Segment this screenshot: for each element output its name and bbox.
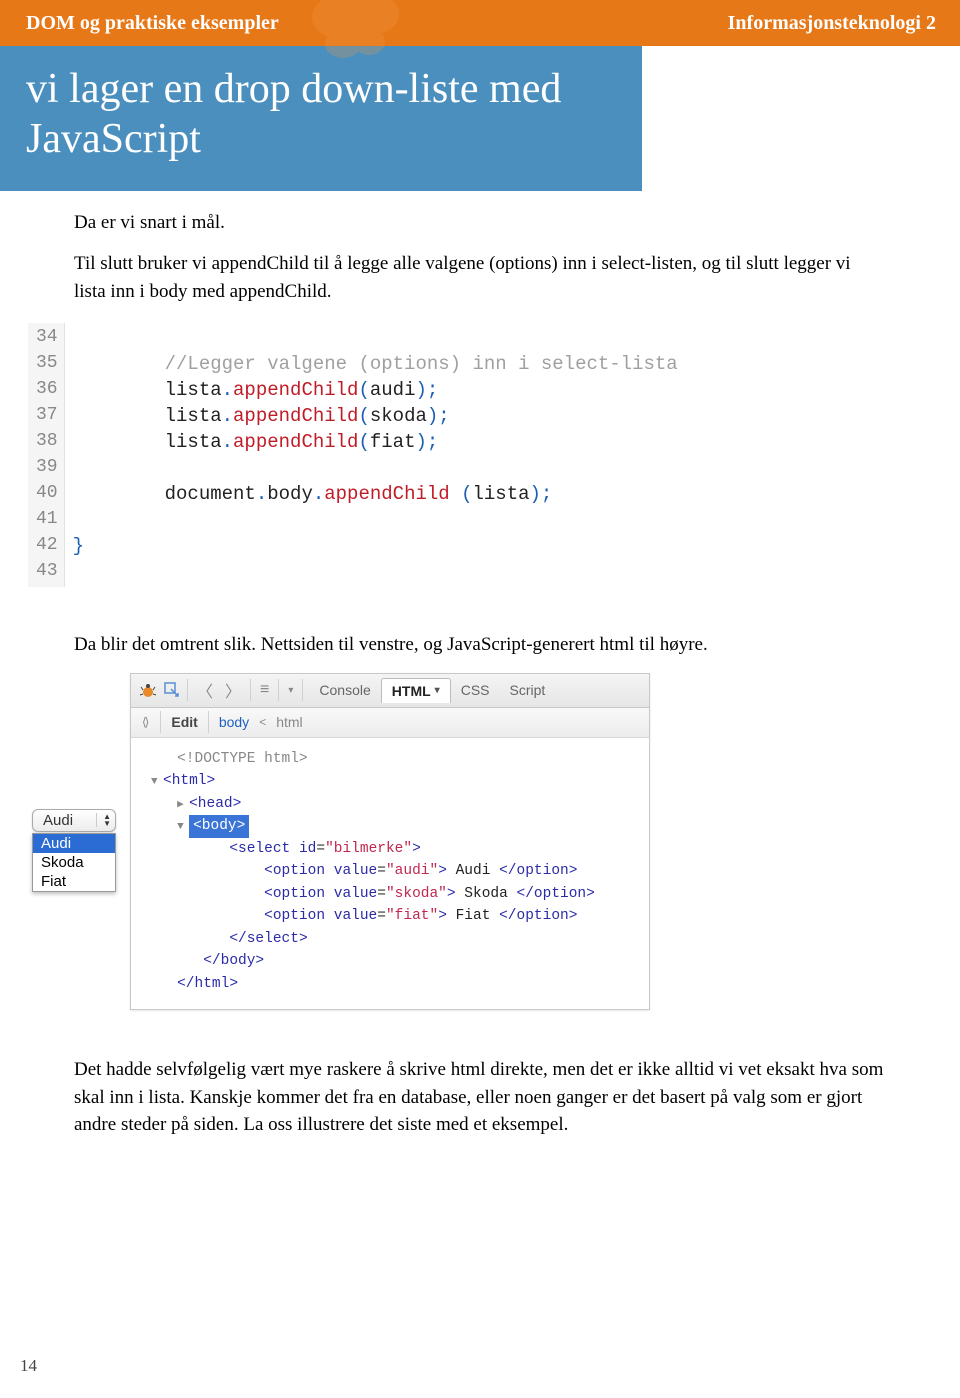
inspector-row: Audi ▲▼ AudiSkodaFiat 〈 〉 ≡ ▾ Console [74,673,960,1010]
header-banner: DOM og praktiske eksempler Informasjonst… [0,0,960,46]
stepper-arrows-icon: ▲▼ [96,813,111,827]
menu-lines-icon[interactable]: ≡ [257,681,272,699]
firebug-tabs: Console HTML CSS Script [309,678,555,703]
dropdown-option[interactable]: Audi [33,834,115,853]
dropdown-option[interactable]: Fiat [33,872,115,891]
nav-fwd-icon[interactable]: 〉 [222,678,244,702]
dropdown-option[interactable]: Skoda [33,853,115,872]
chevron-down-icon[interactable]: ▾ [285,685,296,696]
header-right: Informasjonsteknologi 2 [728,12,936,35]
dropdown-button[interactable]: Audi ▲▼ [32,809,116,832]
code-block-append: 34353637383940414243 //Legger valgene (o… [28,323,810,587]
subbar-marker-icon[interactable]: ⟨⟩ [139,715,150,729]
content-area-3: Det hadde selvfølgelig vært mye raskere … [0,1010,960,1139]
content-area-2: Da blir det omtrent slik. Nettsiden til … [0,613,960,659]
nav-back-icon[interactable]: 〈 [194,678,216,702]
firebug-bug-icon[interactable] [139,681,157,699]
tab-script[interactable]: Script [500,678,556,702]
firebug-subbar: ⟨⟩ Edit body < html [131,708,649,738]
code-lines: //Legger valgene (options) inn i select-… [65,323,684,587]
breadcrumb-body[interactable]: body [219,714,249,730]
firebug-html-tree: <!DOCTYPE html>▼<html> ▶<head> ▼<body> <… [131,738,649,1009]
breadcrumb-html[interactable]: html [276,714,302,730]
para-1: Da er vi snart i mål. [74,209,886,237]
firebug-panel: 〈 〉 ≡ ▾ Console HTML CSS Script ⟨⟩ Edit … [130,673,650,1010]
content-area: Da er vi snart i mål. Til slutt bruker v… [0,191,960,306]
dropdown-selected: Audi [43,812,73,829]
inspect-icon[interactable] [163,681,181,699]
para-3: Da blir det omtrent slik. Nettsiden til … [74,631,886,659]
dropdown-list: AudiSkodaFiat [32,833,116,892]
page-number: 14 [20,1356,37,1376]
firebug-toolbar: 〈 〉 ≡ ▾ Console HTML CSS Script [131,674,649,708]
tab-html[interactable]: HTML [381,678,451,703]
page-title: vi lager en drop down-liste med JavaScri… [0,46,642,191]
tab-console[interactable]: Console [309,678,380,702]
edit-button[interactable]: Edit [171,714,197,730]
para-4: Det hadde selvfølgelig vært mye raskere … [74,1056,886,1139]
code-gutter: 34353637383940414243 [28,323,65,587]
header-left: DOM og praktiske eksempler [26,12,279,35]
tab-css[interactable]: CSS [451,678,500,702]
dropdown-mock: Audi ▲▼ AudiSkodaFiat [32,809,116,892]
para-2: Til slutt bruker vi appendChild til å le… [74,250,886,305]
butterfly-deco [305,0,405,62]
